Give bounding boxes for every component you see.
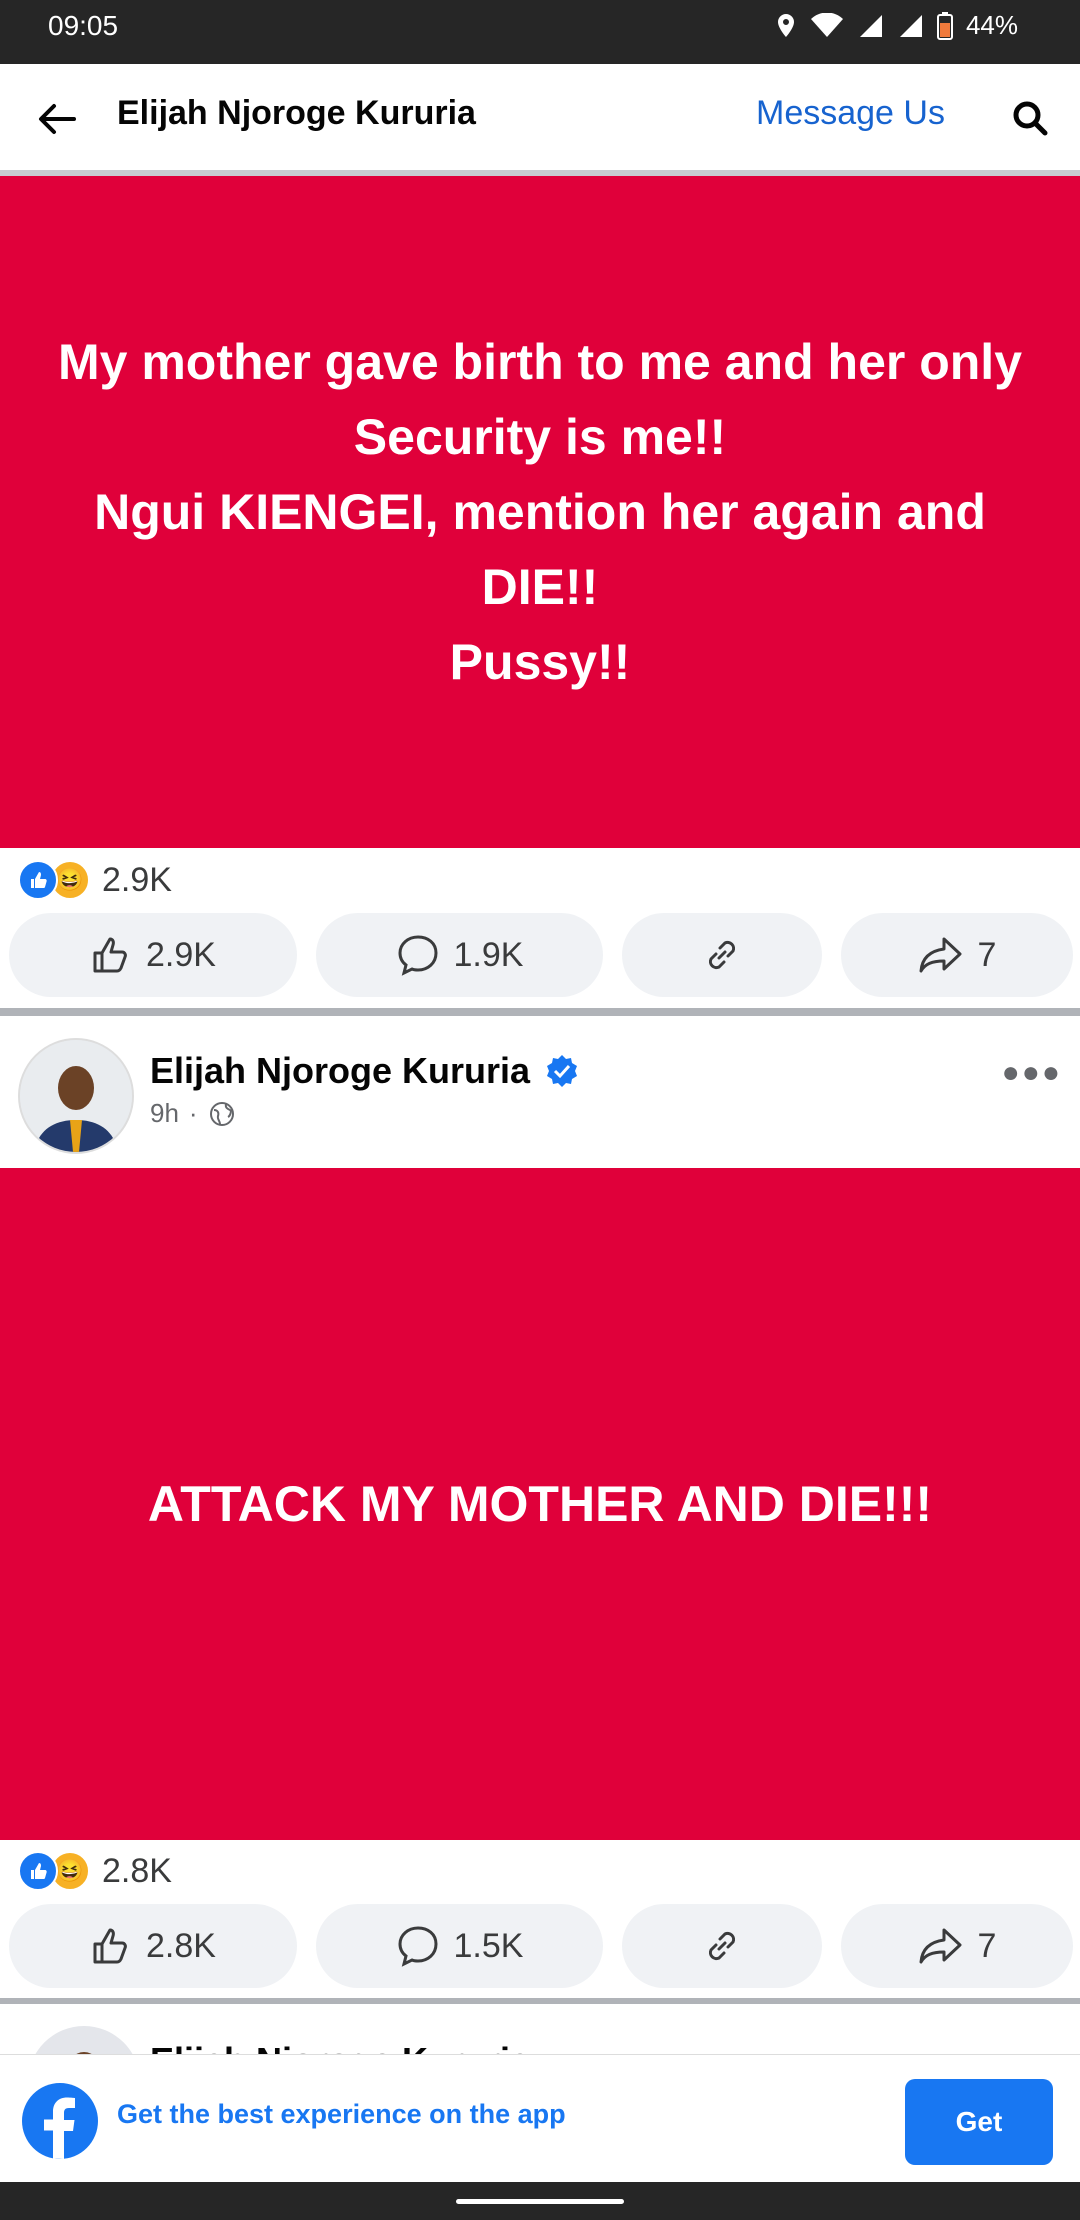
share-button[interactable]: 7 <box>841 1904 1073 1988</box>
verified-badge-icon <box>547 1055 578 1087</box>
back-arrow-icon[interactable] <box>30 92 84 146</box>
thumbs-up-icon <box>93 1928 127 1964</box>
post-author[interactable]: Elijah Njoroge Kururia <box>150 1050 580 1092</box>
like-reaction-icon <box>18 1851 58 1891</box>
share-button[interactable]: 7 <box>841 913 1073 997</box>
comment-count: 1.9K <box>453 935 524 974</box>
post-time: 9h <box>150 1098 179 1128</box>
avatar[interactable] <box>18 1038 134 1154</box>
signal-icon <box>859 14 882 37</box>
separator-dot: · <box>188 1098 198 1128</box>
banner-text: Get the best experience on the app <box>117 2099 566 2129</box>
share-icon <box>919 1928 962 1964</box>
app-promo-banner: Get the best experience on the app Get <box>0 2054 1080 2183</box>
system-nav-bar <box>0 2182 1080 2220</box>
share-icon <box>919 937 962 973</box>
status-bar: 09:05 44% <box>0 0 1080 64</box>
link-icon <box>708 940 736 970</box>
status-time: 09:05 <box>48 10 119 41</box>
post-header: Elijah Njoroge Kururia 9h · ●●● <box>0 1016 1080 1166</box>
battery-percent: 44% <box>965 10 1018 40</box>
thumbs-up-icon <box>93 937 127 973</box>
get-app-button[interactable]: Get <box>905 2079 1053 2165</box>
share-count: 7 <box>977 935 997 974</box>
reaction-summary[interactable]: 😆 2.9K <box>18 860 172 900</box>
page-title: Elijah Njoroge Kururia <box>117 94 476 132</box>
reaction-count: 2.8K <box>102 1851 172 1890</box>
wifi-icon <box>810 12 843 37</box>
signal-icon <box>899 14 922 37</box>
like-count: 2.9K <box>146 935 216 974</box>
post-text: ATTACK MY MOTHER AND DIE!!! <box>147 1475 933 1532</box>
post-text-card[interactable]: My mother gave birth to me and her only … <box>0 176 1080 848</box>
copy-link-button[interactable] <box>622 1904 822 1988</box>
globe-icon <box>209 1101 234 1126</box>
facebook-logo-icon <box>22 2083 98 2159</box>
share-count: 7 <box>977 1926 997 1965</box>
like-reaction-icon <box>18 860 58 900</box>
link-icon <box>708 1931 736 1961</box>
message-us-button[interactable]: Message Us <box>756 94 945 133</box>
location-icon <box>777 13 794 37</box>
more-options-icon[interactable]: ●●● <box>1002 1056 1062 1090</box>
avatar[interactable] <box>28 2026 140 2054</box>
author-name: Elijah Njoroge Kururia <box>150 1050 531 1091</box>
post-text-card[interactable]: ATTACK MY MOTHER AND DIE!!! <box>0 1168 1080 1840</box>
reaction-summary[interactable]: 😆 2.8K <box>18 1851 172 1891</box>
author-name[interactable]: Elijah Njoroge Kururia <box>150 2040 530 2054</box>
post-meta: 9h · <box>150 1098 236 1129</box>
copy-link-button[interactable] <box>622 913 822 997</box>
page-header: Elijah Njoroge Kururia Message Us <box>0 64 1080 170</box>
comment-button[interactable]: 1.9K <box>316 913 603 997</box>
comment-icon <box>398 935 438 976</box>
comment-icon <box>398 1926 438 1967</box>
like-button[interactable]: 2.8K <box>9 1904 297 1988</box>
post-divider <box>0 1008 1080 1016</box>
search-icon[interactable] <box>1010 98 1050 138</box>
next-post-peek: Elijah Njoroge Kururia <box>0 2004 1080 2054</box>
status-icons: 44% <box>774 10 1018 41</box>
comment-button[interactable]: 1.5K <box>316 1904 603 1988</box>
comment-count: 1.5K <box>453 1926 524 1965</box>
post-text: My mother gave birth to me and her only … <box>57 333 1023 690</box>
like-count: 2.8K <box>146 1926 216 1965</box>
reaction-count: 2.9K <box>102 860 172 899</box>
home-gesture-handle[interactable] <box>456 2199 624 2204</box>
like-button[interactable]: 2.9K <box>9 913 297 997</box>
battery-icon <box>936 11 953 40</box>
